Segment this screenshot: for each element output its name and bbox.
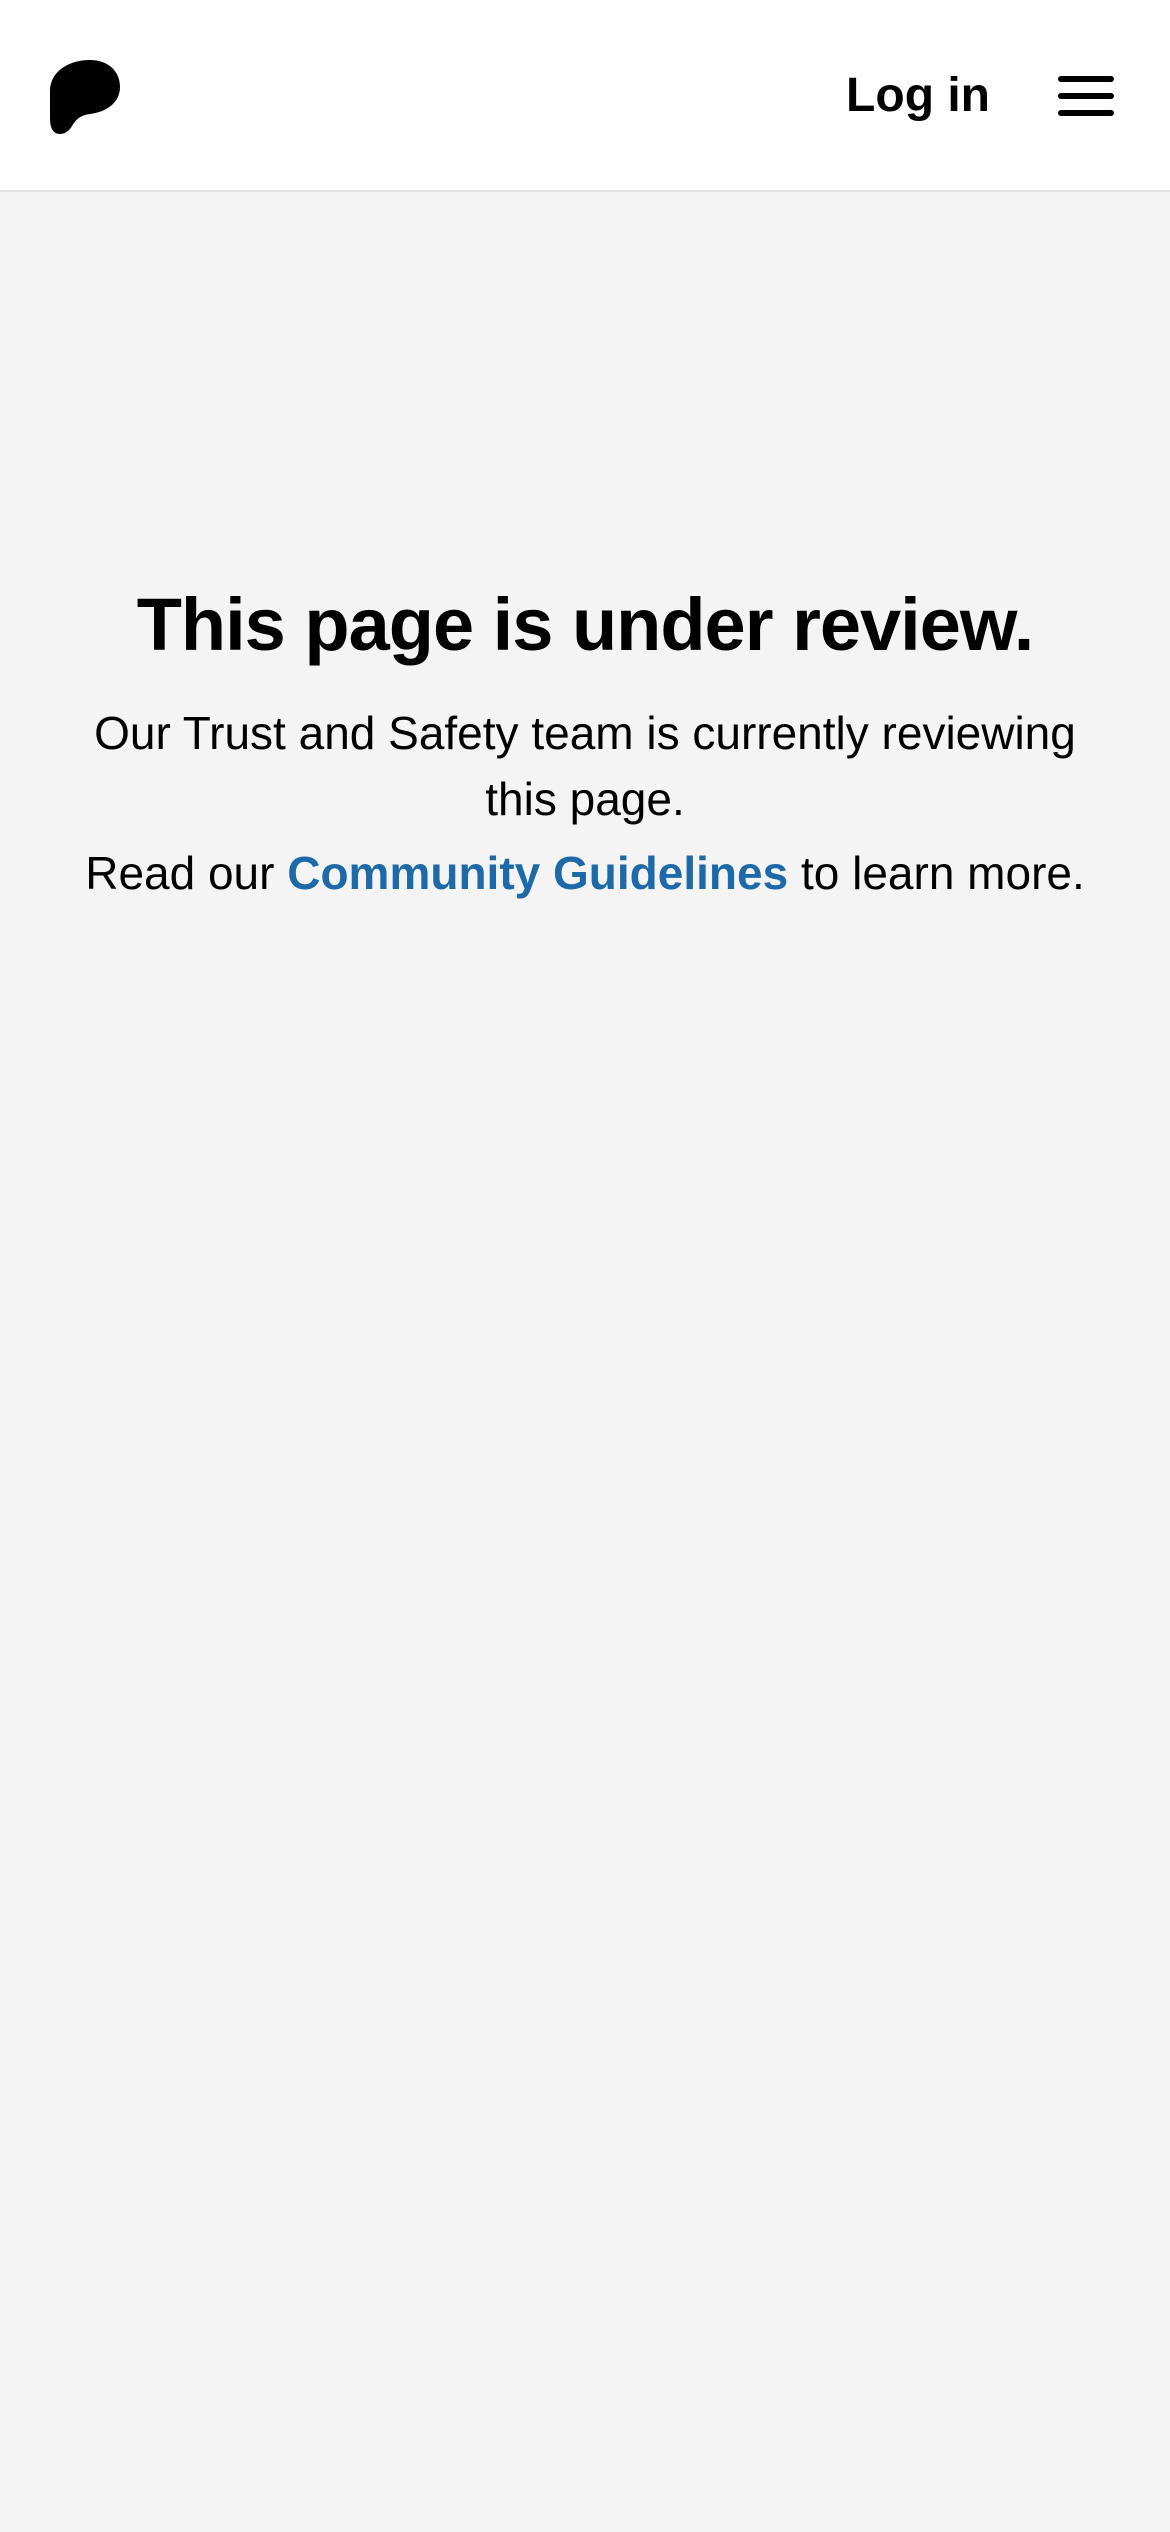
hamburger-menu-icon[interactable] bbox=[1058, 74, 1114, 118]
top-nav-bar: Log in bbox=[0, 0, 1170, 192]
community-guidelines-link[interactable]: Community Guidelines bbox=[287, 847, 788, 899]
menu-bar-middle bbox=[1058, 93, 1114, 99]
read-suffix: to learn more. bbox=[800, 847, 1085, 899]
read-prefix: Read our bbox=[85, 847, 275, 899]
menu-bar-top bbox=[1058, 76, 1114, 82]
learn-more-text: Read our Community Guidelines to learn m… bbox=[40, 840, 1130, 906]
review-description: Our Trust and Safety team is currently r… bbox=[94, 707, 1076, 825]
menu-bar-bottom bbox=[1058, 110, 1114, 116]
patreon-logo-icon[interactable] bbox=[50, 58, 120, 134]
review-notice: This page is under review. Our Trust and… bbox=[40, 570, 1130, 906]
log-in-button[interactable]: Log in bbox=[846, 62, 990, 130]
page-title: This page is under review. bbox=[136, 583, 1035, 666]
